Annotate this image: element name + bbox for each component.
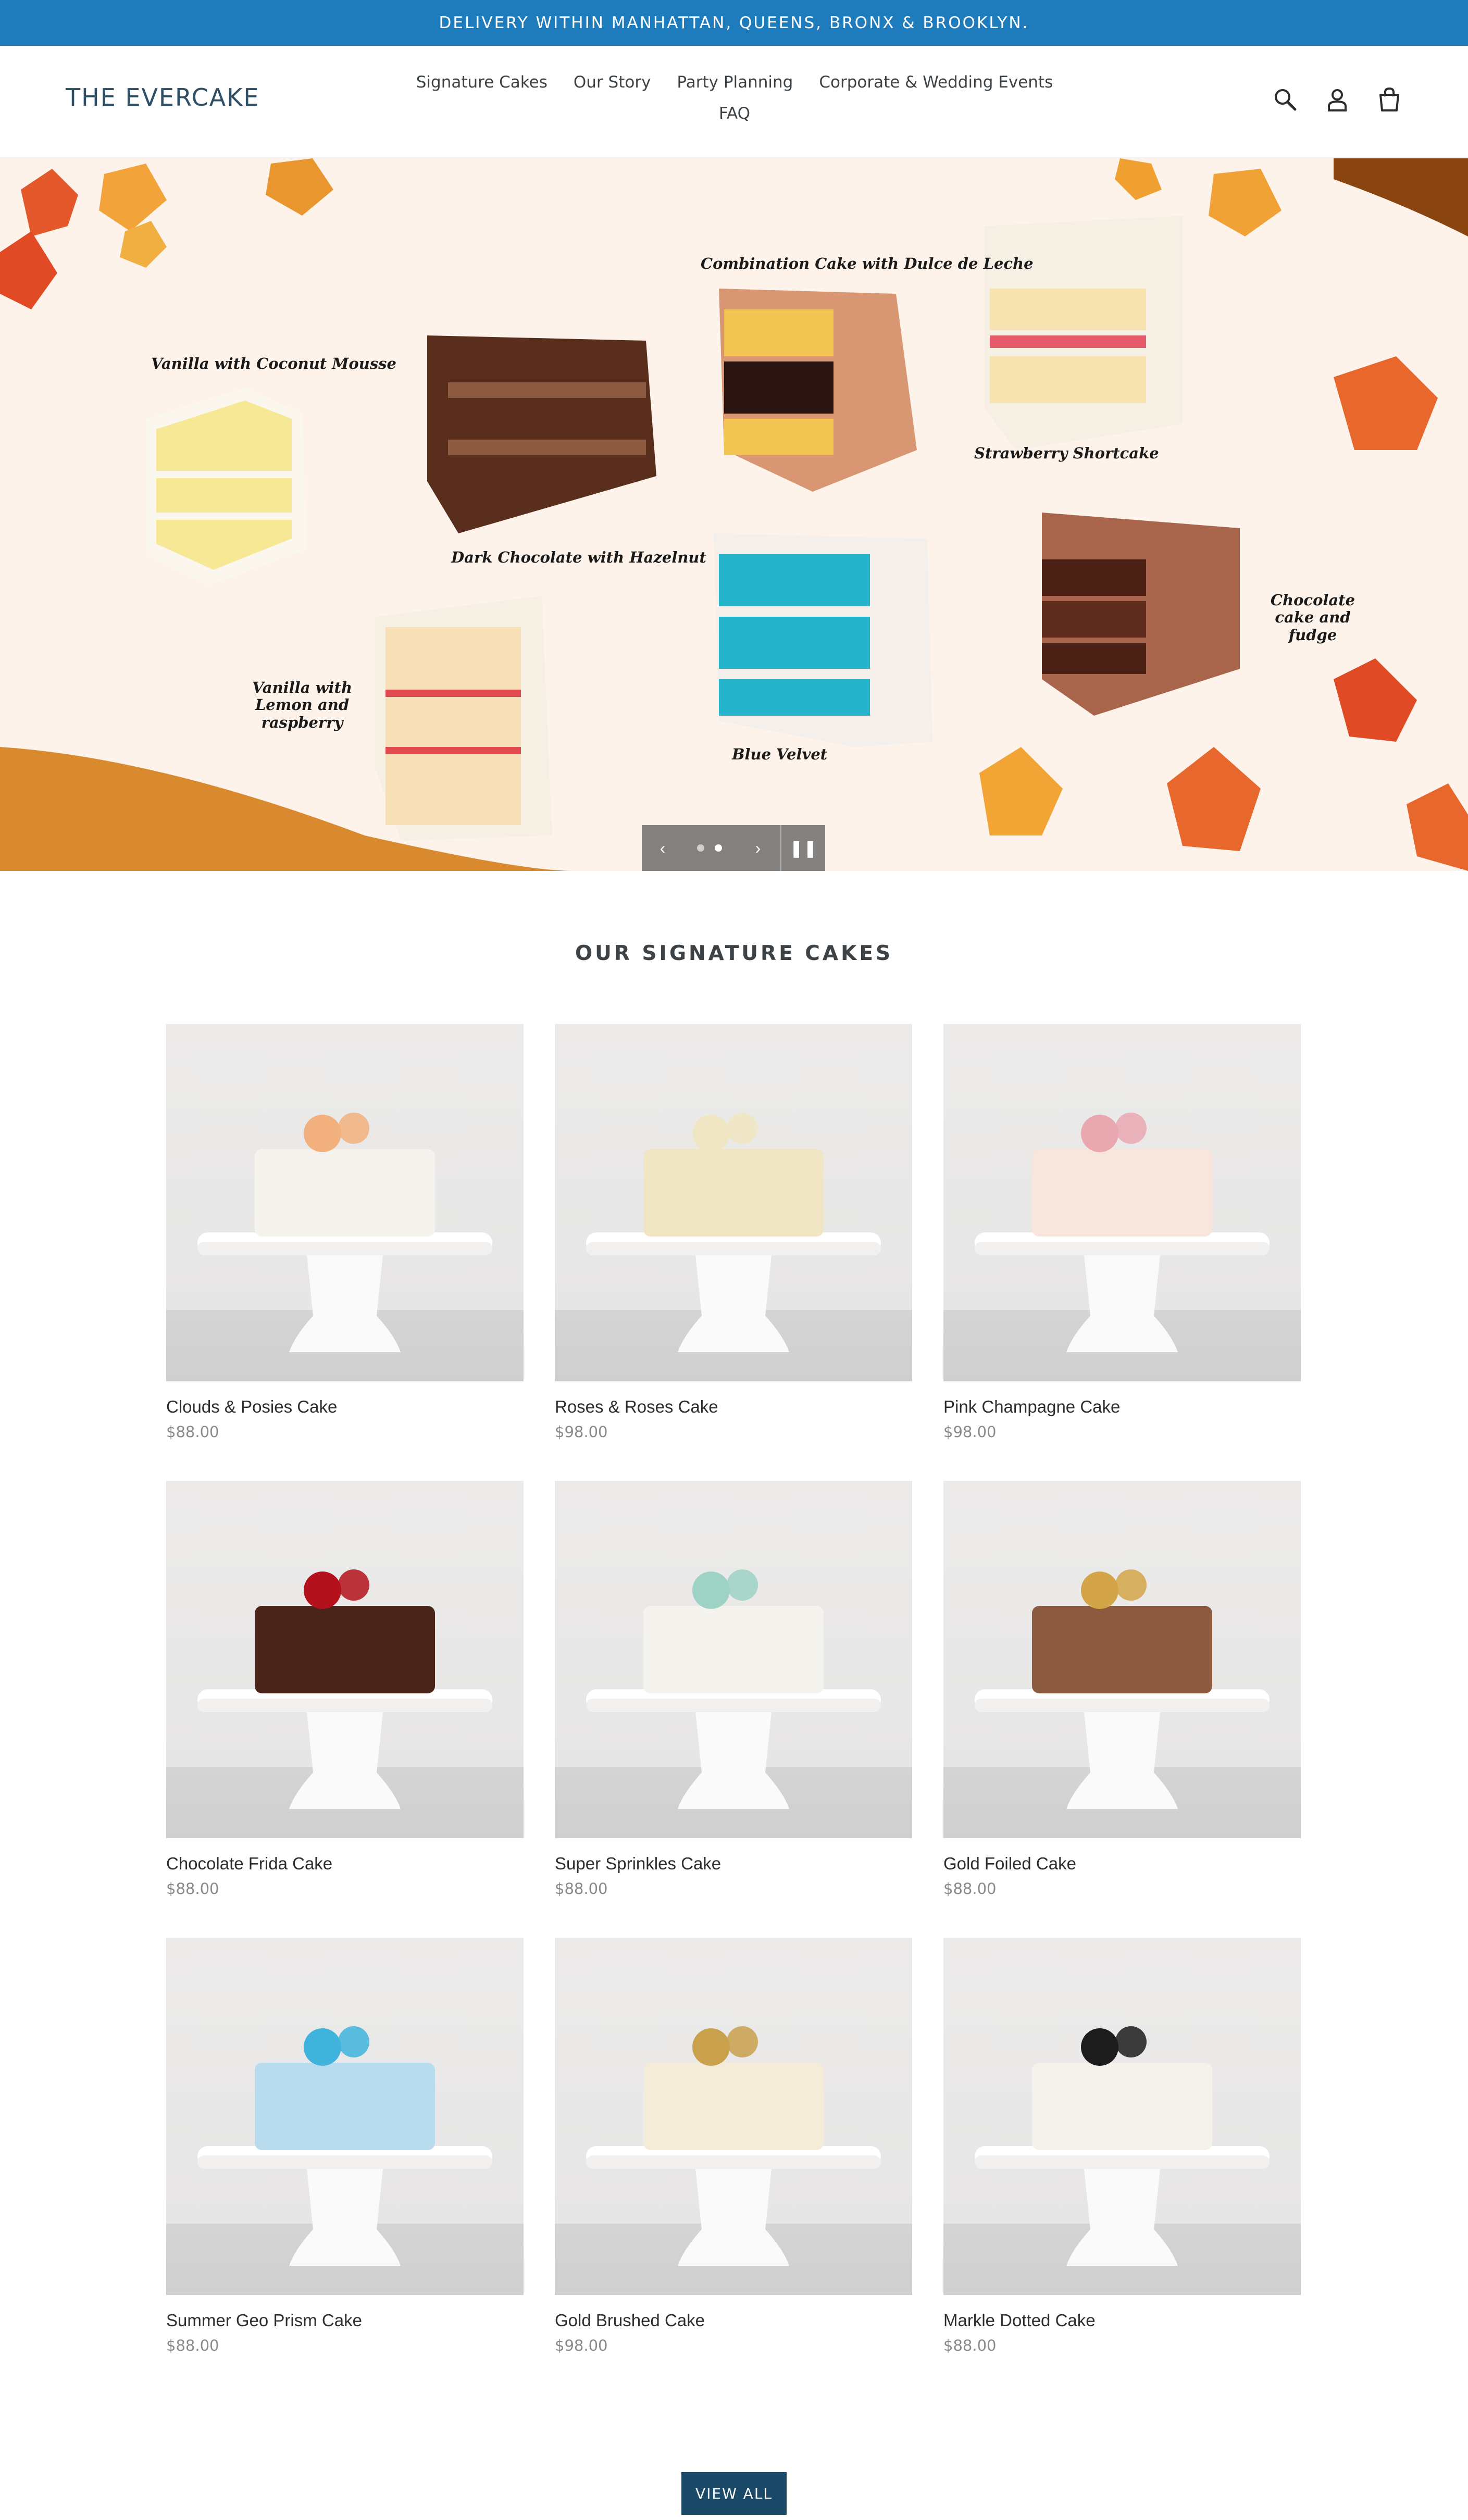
view-all-button[interactable]: VIEW ALL <box>681 2472 787 2515</box>
product-price: $88.00 <box>166 1880 219 1898</box>
product-image[interactable] <box>555 1024 912 1381</box>
cake-slice-dark-chocolate <box>427 335 656 533</box>
nav-item-signature-cakes[interactable]: Signature Cakes <box>416 73 548 92</box>
product-price: $98.00 <box>555 1423 608 1441</box>
slide-dots <box>683 825 736 871</box>
autumn-leaves-bottom-right <box>979 658 1468 871</box>
nav-item-our-story[interactable]: Our Story <box>574 73 651 92</box>
main-nav: Signature Cakes Our Story Party Planning… <box>396 73 1073 123</box>
cake-slice-combination <box>719 289 917 492</box>
slide-pause-button[interactable]: ❚❚ <box>780 825 825 871</box>
product-card[interactable]: Chocolate Frida Cake $88.00 <box>166 1481 524 1938</box>
product-card[interactable]: Markle Dotted Cake $88.00 <box>943 1938 1301 2394</box>
product-title[interactable]: Pink Champagne Cake <box>943 1397 1301 1417</box>
product-title[interactable]: Clouds & Posies Cake <box>166 1397 524 1417</box>
site-logo[interactable]: THE EVERCAKE <box>66 83 259 111</box>
cart-icon[interactable] <box>1376 86 1402 113</box>
label-strawberry: Strawberry Shortcake <box>974 444 1159 462</box>
site-header: THE EVERCAKE Signature Cakes Our Story P… <box>0 46 1468 158</box>
product-title[interactable]: Gold Brushed Cake <box>555 2311 912 2330</box>
product-image[interactable] <box>943 1938 1301 2295</box>
slideshow-controls: ‹ › ❚❚ <box>642 825 825 871</box>
product-title[interactable]: Chocolate Frida Cake <box>166 1854 524 1874</box>
product-price: $88.00 <box>555 1880 608 1898</box>
announcement-bar: DELIVERY WITHIN MANHATTAN, QUEENS, BRONX… <box>0 0 1468 46</box>
product-card[interactable]: Super Sprinkles Cake $88.00 <box>555 1481 912 1938</box>
section-title: OUR SIGNATURE CAKES <box>575 942 893 965</box>
product-price: $88.00 <box>166 2337 219 2354</box>
product-grid: Clouds & Posies Cake $88.00 Roses & Roses … <box>166 1024 1302 2394</box>
product-card[interactable]: Roses & Roses Cake $98.00 <box>555 1024 912 1481</box>
nav-item-corporate-wedding[interactable]: Corporate & Wedding Events <box>819 73 1053 92</box>
product-image[interactable] <box>943 1481 1301 1838</box>
hero-slideshow[interactable]: Vanilla with Coconut Mousse Dark Chocola… <box>0 158 1468 871</box>
product-card[interactable]: Pink Champagne Cake $98.00 <box>943 1024 1301 1481</box>
product-image[interactable] <box>555 1938 912 2295</box>
product-card[interactable]: Clouds & Posies Cake $88.00 <box>166 1024 524 1481</box>
slide-dot-2[interactable] <box>715 844 722 852</box>
slide-next-button[interactable]: › <box>736 825 780 871</box>
nav-item-faq[interactable]: FAQ <box>719 104 750 123</box>
product-card[interactable]: Gold Brushed Cake $98.00 <box>555 1938 912 2394</box>
product-title[interactable]: Super Sprinkles Cake <box>555 1854 912 1874</box>
product-price: $88.00 <box>943 2337 997 2354</box>
product-card[interactable]: Summer Geo Prism Cake $88.00 <box>166 1938 524 2394</box>
product-price: $98.00 <box>943 1423 997 1441</box>
cake-slice-vanilla-coconut <box>146 388 307 585</box>
product-image[interactable] <box>166 1024 524 1381</box>
announcement-text: DELIVERY WITHIN MANHATTAN, QUEENS, BRONX… <box>439 14 1029 32</box>
product-title[interactable]: Markle Dotted Cake <box>943 2311 1301 2330</box>
slide-prev-button[interactable]: ‹ <box>642 825 683 871</box>
cake-slice-blue-velvet <box>714 533 932 747</box>
product-image[interactable] <box>943 1024 1301 1381</box>
header-icons <box>1272 86 1402 113</box>
product-price: $88.00 <box>943 1880 997 1898</box>
label-vanilla-lemon: Vanilla with Lemon and raspberry <box>252 679 353 731</box>
cake-slice-vanilla-lemon <box>375 596 552 841</box>
product-price: $88.00 <box>166 1423 219 1441</box>
cake-slice-chocolate-fudge <box>1042 513 1240 716</box>
nav-item-party-planning[interactable]: Party Planning <box>677 73 793 92</box>
product-title[interactable]: Gold Foiled Cake <box>943 1854 1301 1874</box>
product-image[interactable] <box>166 1938 524 2295</box>
label-chocolate-fudge: Chocolate cake and fudge <box>1270 591 1355 644</box>
label-dark-chocolate: Dark Chocolate with Hazelnut <box>451 548 706 566</box>
label-combination: Combination Cake with Dulce de Leche <box>701 255 1034 272</box>
label-blue-velvet: Blue Velvet <box>732 745 828 763</box>
product-title[interactable]: Summer Geo Prism Cake <box>166 2311 524 2330</box>
product-image[interactable] <box>166 1481 524 1838</box>
label-vanilla-coconut: Vanilla with Coconut Mousse <box>151 355 396 372</box>
product-image[interactable] <box>555 1481 912 1838</box>
search-icon[interactable] <box>1272 86 1298 113</box>
product-price: $98.00 <box>555 2337 608 2354</box>
product-card[interactable]: Gold Foiled Cake $88.00 <box>943 1481 1301 1938</box>
autumn-leaves-top-left <box>0 158 333 309</box>
slide-dot-1[interactable] <box>697 844 704 852</box>
account-icon[interactable] <box>1324 86 1350 113</box>
cake-slice-strawberry <box>985 216 1183 450</box>
product-title[interactable]: Roses & Roses Cake <box>555 1397 912 1417</box>
